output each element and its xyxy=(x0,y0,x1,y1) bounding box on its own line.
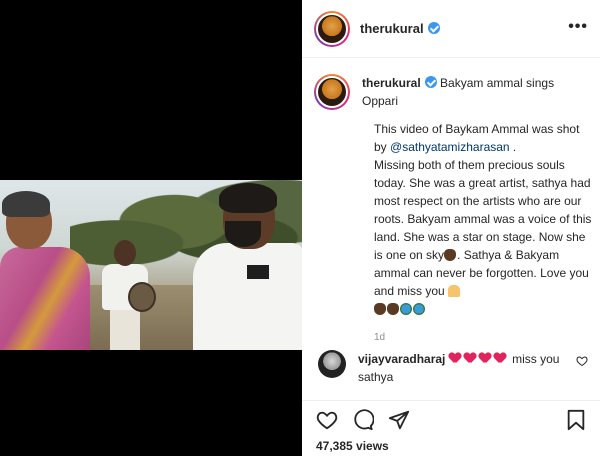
verified-badge-icon xyxy=(427,22,440,34)
heart-outline-icon[interactable] xyxy=(316,409,338,431)
header-username[interactable]: therukural xyxy=(360,21,440,36)
comment-item: vijayvaradharaj miss you sathya xyxy=(314,350,588,386)
avatar[interactable] xyxy=(314,10,350,47)
red-heart-emoji-icon xyxy=(464,353,476,364)
comment-username[interactable]: vijayvaradharaj xyxy=(358,352,445,366)
verified-badge-icon xyxy=(424,76,437,88)
video-frame[interactable] xyxy=(0,180,302,350)
caption-avatar[interactable] xyxy=(314,74,350,110)
globe-emoji-icon xyxy=(400,303,412,315)
drum xyxy=(128,282,156,312)
folded-hands-emoji-icon xyxy=(448,285,461,297)
caption-area: therukural Bakyam ammal sings Oppari Thi… xyxy=(302,58,600,343)
comment-like-icon[interactable] xyxy=(576,354,588,372)
red-heart-emoji-icon xyxy=(479,353,491,364)
caption-paragraph: Missing both of them precious souls toda… xyxy=(374,158,592,262)
paper-plane-icon[interactable] xyxy=(388,409,410,431)
timestamp[interactable]: 1d xyxy=(374,332,586,343)
raised-fist-emoji-icon xyxy=(444,249,457,261)
caption-line: . xyxy=(509,140,517,154)
globe-emoji-icon xyxy=(413,303,425,315)
red-heart-emoji-icon xyxy=(494,353,506,364)
red-heart-emoji-icon xyxy=(449,353,461,364)
action-bar: 47,385 views xyxy=(302,400,600,456)
caption-body: This video of Baykam Ammal was shot by @… xyxy=(374,120,594,318)
bookmark-icon[interactable] xyxy=(566,409,586,436)
view-count[interactable]: 47,385 views xyxy=(316,439,389,453)
post-header: therukural ••• xyxy=(302,0,600,58)
caption-title: therukural Bakyam ammal sings Oppari xyxy=(362,74,586,110)
comment-avatar[interactable] xyxy=(318,350,346,378)
raised-fist-emoji-icon xyxy=(387,303,399,315)
mention-link[interactable]: @sathyatamizharasan xyxy=(390,140,510,154)
raised-fist-emoji-icon xyxy=(374,303,386,315)
caption-username[interactable]: therukural xyxy=(362,76,421,90)
man-figure xyxy=(185,183,302,350)
video-player[interactable] xyxy=(0,0,302,456)
comment-text: vijayvaradharaj miss you sathya xyxy=(358,350,568,386)
more-options-icon[interactable]: ••• xyxy=(568,19,588,35)
comment-bubble-icon[interactable] xyxy=(352,409,374,431)
woman-figure xyxy=(0,191,95,350)
post-sidebar: therukural ••• therukural Bakyam ammal s… xyxy=(302,0,600,456)
